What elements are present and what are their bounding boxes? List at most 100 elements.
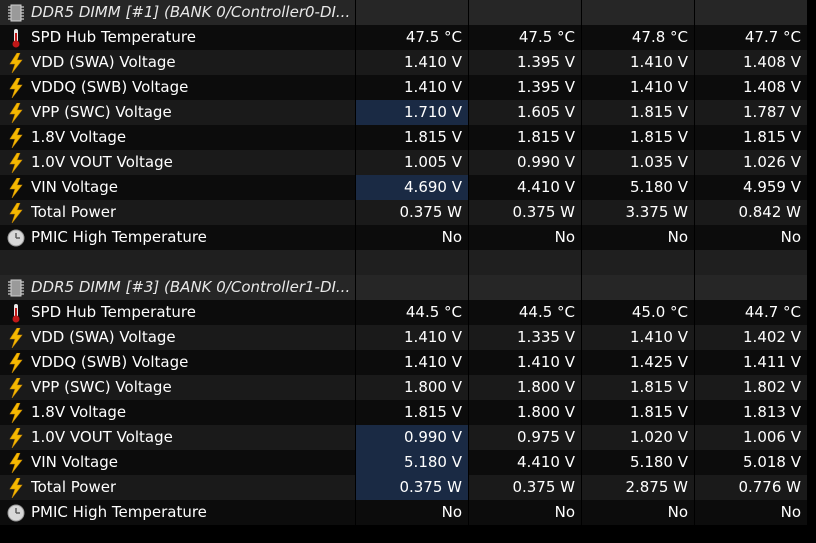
sensor-label-cell[interactable]: VDDQ (SWB) Voltage (0, 75, 355, 100)
empty-cell (695, 275, 807, 300)
sensor-label-cell[interactable]: 1.8V Voltage (0, 125, 355, 150)
max-value: 5.180 V (582, 175, 694, 200)
min-value: 4.410 V (469, 450, 581, 475)
sensor-label: VIN Voltage (31, 453, 118, 471)
lightning-icon (7, 452, 25, 474)
max-value: 1.425 V (582, 350, 694, 375)
sensor-label: Total Power (31, 203, 117, 221)
current-value: 4.690 V (356, 175, 468, 200)
empty-cell (469, 250, 581, 275)
empty-cell (695, 250, 807, 275)
max-value: 1.410 V (582, 75, 694, 100)
lightning-icon (7, 152, 25, 174)
sensor-label-cell[interactable]: SPD Hub Temperature (0, 25, 355, 50)
lightning-icon (7, 102, 25, 124)
avg-value: 1.408 V (695, 50, 807, 75)
avg-value: 0.776 W (695, 475, 807, 500)
min-value: No (469, 225, 581, 250)
empty-cell (356, 250, 468, 275)
sensor-label-cell[interactable]: PMIC High Temperature (0, 225, 355, 250)
max-value: 1.410 V (582, 325, 694, 350)
sensor-label: VPP (SWC) Voltage (31, 378, 172, 396)
empty-cell (0, 250, 355, 275)
empty-cell (469, 0, 581, 25)
sensor-label: VDDQ (SWB) Voltage (31, 353, 189, 371)
lightning-icon (7, 427, 25, 449)
section-title-cell[interactable]: DDR5 DIMM [#1] (BANK 0/Controller0-DI... (0, 0, 355, 25)
min-value: 0.375 W (469, 200, 581, 225)
sensor-label: 1.8V Voltage (31, 403, 127, 421)
avg-value: 5.018 V (695, 450, 807, 475)
current-value: 0.375 W (356, 475, 468, 500)
empty-cell (582, 250, 694, 275)
min-value: 1.335 V (469, 325, 581, 350)
lightning-icon (7, 377, 25, 399)
avg-value: No (695, 500, 807, 525)
sensor-label-cell[interactable]: VPP (SWC) Voltage (0, 375, 355, 400)
avg-value: 1.026 V (695, 150, 807, 175)
max-value: 3.375 W (582, 200, 694, 225)
current-value: 1.800 V (356, 375, 468, 400)
min-value: 47.5 °C (469, 25, 581, 50)
empty-cell (469, 275, 581, 300)
sensor-label-cell[interactable]: Total Power (0, 475, 355, 500)
current-value: 1.410 V (356, 75, 468, 100)
empty-cell (582, 0, 694, 25)
avg-value: 1.411 V (695, 350, 807, 375)
sensor-label-cell[interactable]: 1.0V VOUT Voltage (0, 425, 355, 450)
min-value: No (469, 500, 581, 525)
sensor-label: VPP (SWC) Voltage (31, 103, 172, 121)
avg-value: 1.787 V (695, 100, 807, 125)
current-value: No (356, 500, 468, 525)
sensor-label: VDD (SWA) Voltage (31, 53, 176, 71)
current-value: 1.410 V (356, 325, 468, 350)
max-value: 1.815 V (582, 400, 694, 425)
sensor-label-cell[interactable]: VIN Voltage (0, 450, 355, 475)
min-value: 1.605 V (469, 100, 581, 125)
sensor-label-cell[interactable]: VPP (SWC) Voltage (0, 100, 355, 125)
clock-icon (7, 227, 25, 249)
max-value: 1.020 V (582, 425, 694, 450)
sensor-label-cell[interactable]: VDD (SWA) Voltage (0, 325, 355, 350)
sensor-label-cell[interactable]: 1.8V Voltage (0, 400, 355, 425)
avg-value: 4.959 V (695, 175, 807, 200)
memory-chip-icon (7, 2, 25, 24)
sensor-label: VIN Voltage (31, 178, 118, 196)
current-value: 44.5 °C (356, 300, 468, 325)
sensor-label: VDDQ (SWB) Voltage (31, 78, 189, 96)
min-value: 1.815 V (469, 125, 581, 150)
sensor-label-cell[interactable]: 1.0V VOUT Voltage (0, 150, 355, 175)
section-title: DDR5 DIMM [#1] (BANK 0/Controller0-DI... (31, 3, 351, 21)
avg-value: No (695, 225, 807, 250)
current-value: 47.5 °C (356, 25, 468, 50)
sensor-label-cell[interactable]: SPD Hub Temperature (0, 300, 355, 325)
min-value: 1.395 V (469, 50, 581, 75)
min-value: 0.375 W (469, 475, 581, 500)
min-value: 4.410 V (469, 175, 581, 200)
min-value: 1.395 V (469, 75, 581, 100)
min-value: 1.800 V (469, 375, 581, 400)
section-title-cell[interactable]: DDR5 DIMM [#3] (BANK 0/Controller1-DI... (0, 275, 355, 300)
current-value: 1.410 V (356, 50, 468, 75)
sensor-label-cell[interactable]: PMIC High Temperature (0, 500, 355, 525)
current-value: 1.815 V (356, 400, 468, 425)
lightning-icon (7, 477, 25, 499)
sensor-label-cell[interactable]: VIN Voltage (0, 175, 355, 200)
lightning-icon (7, 402, 25, 424)
avg-value: 1.408 V (695, 75, 807, 100)
lightning-icon (7, 77, 25, 99)
sensor-label-cell[interactable]: Total Power (0, 200, 355, 225)
sensor-label-cell[interactable]: VDD (SWA) Voltage (0, 50, 355, 75)
sensor-label: SPD Hub Temperature (31, 28, 196, 46)
max-value: No (582, 225, 694, 250)
empty-cell (582, 275, 694, 300)
avg-value: 1.006 V (695, 425, 807, 450)
sensor-label-cell[interactable]: VDDQ (SWB) Voltage (0, 350, 355, 375)
avg-value: 1.402 V (695, 325, 807, 350)
sensor-label: 1.8V Voltage (31, 128, 127, 146)
sensor-label: PMIC High Temperature (31, 228, 207, 246)
sensor-label: VDD (SWA) Voltage (31, 328, 176, 346)
sensor-label: Total Power (31, 478, 117, 496)
thermometer-icon (7, 302, 25, 324)
sensor-label: 1.0V VOUT Voltage (31, 153, 173, 171)
